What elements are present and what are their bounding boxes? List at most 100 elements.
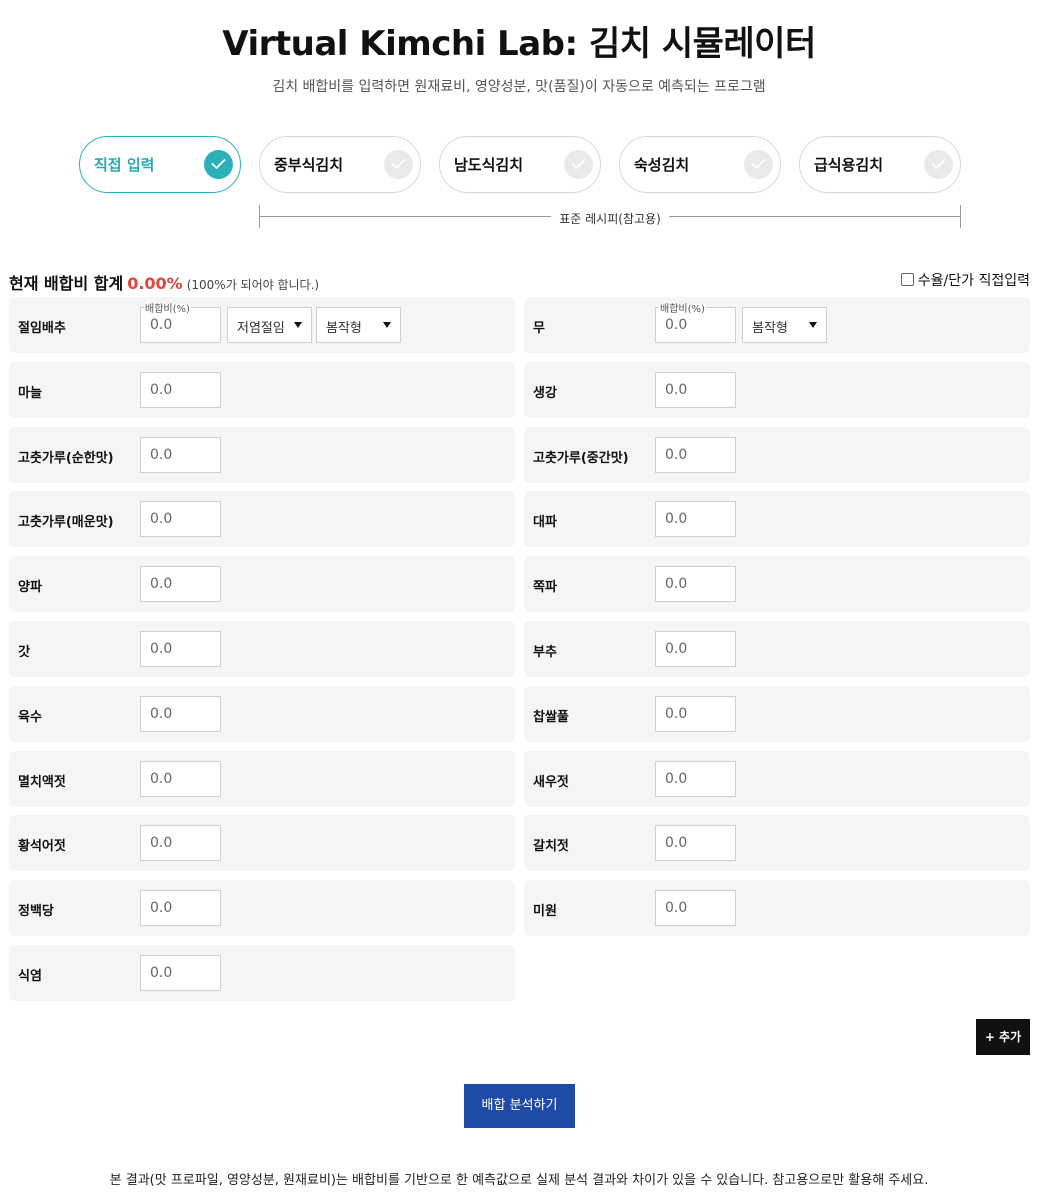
- manual-input-checkbox[interactable]: [900, 273, 914, 286]
- ingredient-row: 절임배추 배합비(%) 0.0 저염절임 봄작형: [9, 297, 515, 353]
- ingredient-ratio-input[interactable]: 0.0: [140, 372, 221, 408]
- ingredient-name: 대파: [533, 515, 557, 530]
- ingredient-ratio-value: 0.0: [150, 382, 173, 398]
- ingredient-row: 고춧가루(중간맛) 0.0: [524, 427, 1030, 483]
- caret-down-icon: [294, 322, 302, 328]
- ingredient-name: 고춧가루(순한맛): [18, 451, 114, 466]
- page-subtitle: 김치 배합비를 입력하면 원재료비, 영양성분, 맛(품질)이 자동으로 예측되…: [272, 79, 766, 95]
- ingredient-row: 고춧가루(순한맛) 0.0: [9, 427, 515, 483]
- ingredient-option-select[interactable]: 봄작형: [742, 307, 827, 343]
- ingredient-name: 새우젓: [533, 775, 569, 790]
- ingredient-ratio-value: 0.0: [150, 965, 173, 981]
- ingredient-ratio-input[interactable]: 0.0: [655, 890, 736, 926]
- ingredient-name: 생강: [533, 386, 557, 401]
- ingredient-ratio-input[interactable]: 0.0: [655, 696, 736, 732]
- analyze-button[interactable]: 배합 분석하기: [464, 1084, 575, 1128]
- ingredient-ratio-value: 0.0: [150, 447, 173, 463]
- ingredient-row: 마늘 0.0: [9, 362, 515, 418]
- ingredient-name: 부추: [533, 645, 557, 660]
- ingredient-ratio-value: 0.0: [150, 317, 173, 333]
- ingredient-ratio-input[interactable]: 배합비(%) 0.0: [140, 304, 221, 343]
- preset-tab-1[interactable]: 중부식김치: [259, 136, 421, 193]
- select-value: 저염절임: [237, 321, 285, 336]
- ingredient-row: 찹쌀풀 0.0: [524, 686, 1030, 742]
- preset-tab-0[interactable]: 직접 입력: [79, 136, 241, 193]
- ingredient-ratio-value: 0.0: [150, 576, 173, 592]
- ingredient-ratio-value: 0.0: [150, 511, 173, 527]
- ingredient-ratio-input[interactable]: 0.0: [655, 501, 736, 537]
- preset-tab-3[interactable]: 숙성김치: [619, 136, 781, 193]
- ingredient-ratio-input[interactable]: 0.0: [140, 437, 221, 473]
- add-ingredient-button[interactable]: + 추가: [976, 1019, 1030, 1055]
- ingredient-ratio-input[interactable]: 0.0: [140, 566, 221, 602]
- ratio-caption: 배합비(%): [659, 304, 706, 316]
- ingredient-ratio-input[interactable]: 0.0: [655, 372, 736, 408]
- ingredient-ratio-value: 0.0: [665, 706, 688, 722]
- ingredient-ratio-input[interactable]: 배합비(%) 0.0: [655, 304, 736, 343]
- ingredient-ratio-input[interactable]: 0.0: [140, 631, 221, 667]
- ingredient-ratio-input[interactable]: 0.0: [140, 501, 221, 537]
- ingredient-row: 식염 0.0: [9, 945, 515, 1001]
- ingredient-row: 쪽파 0.0: [524, 556, 1030, 612]
- ingredient-name: 미원: [533, 904, 557, 919]
- select-value: 봄작형: [752, 321, 788, 336]
- ingredient-name: 쪽파: [533, 580, 557, 595]
- ingredient-ratio-value: 0.0: [665, 447, 688, 463]
- preset-tab-2[interactable]: 남도식김치: [439, 136, 601, 193]
- ingredient-name: 정백당: [18, 904, 54, 919]
- ingredient-ratio-value: 0.0: [665, 771, 688, 787]
- ingredient-ratio-input[interactable]: 0.0: [655, 761, 736, 797]
- ingredient-ratio-value: 0.0: [150, 835, 173, 851]
- ingredient-name: 마늘: [18, 386, 42, 401]
- ingredient-option-select[interactable]: 봄작형: [316, 307, 401, 343]
- check-icon: [744, 150, 773, 179]
- ingredient-row: 생강 0.0: [524, 362, 1030, 418]
- ingredient-ratio-input[interactable]: 0.0: [140, 761, 221, 797]
- ingredient-ratio-value: 0.0: [665, 900, 688, 916]
- preset-tab-4[interactable]: 급식용김치: [799, 136, 961, 193]
- ingredient-name: 갈치젓: [533, 839, 569, 854]
- ingredient-row: 고춧가루(매운맛) 0.0: [9, 491, 515, 547]
- ingredient-name: 양파: [18, 580, 42, 595]
- ingredient-name: 육수: [18, 710, 42, 725]
- ingredient-ratio-input[interactable]: 0.0: [655, 631, 736, 667]
- ingredient-ratio-input[interactable]: 0.0: [140, 696, 221, 732]
- ingredient-row: 정백당 0.0: [9, 880, 515, 936]
- preset-tab-label: 남도식김치: [454, 156, 524, 174]
- ingredient-ratio-value: 0.0: [150, 706, 173, 722]
- ingredient-row: 미원 0.0: [524, 880, 1030, 936]
- ingredient-ratio-input[interactable]: 0.0: [140, 890, 221, 926]
- ingredient-ratio-value: 0.0: [665, 641, 688, 657]
- ingredient-option-select[interactable]: 저염절임: [227, 307, 312, 343]
- ingredient-row: 대파 0.0: [524, 491, 1030, 547]
- check-icon: [564, 150, 593, 179]
- ratio-summary: 현재 배합비 합계 0.00% (100%가 되어야 합니다.) 수율/단가 직접입…: [9, 270, 1030, 294]
- select-value: 봄작형: [326, 321, 362, 336]
- disclaimer-text: 본 결과(맛 프로파일, 영양성분, 원재료비)는 배합비를 기반으로 한 예측…: [109, 1173, 929, 1188]
- preset-tab-label: 급식용김치: [814, 156, 884, 174]
- ingredient-name: 고춧가루(매운맛): [18, 515, 114, 530]
- ingredient-ratio-input[interactable]: 0.0: [655, 566, 736, 602]
- check-icon: [924, 150, 953, 179]
- ingredient-ratio-value: 0.0: [665, 835, 688, 851]
- ingredient-row: 멸치액젓 0.0: [9, 751, 515, 807]
- ingredient-name: 멸치액젓: [18, 775, 66, 790]
- ingredient-row: 무 배합비(%) 0.0 봄작형: [524, 297, 1030, 353]
- ratio-sum-label: 현재 배합비 합계: [9, 274, 124, 293]
- ratio-sum-hint: (100%가 되어야 합니다.): [186, 278, 320, 292]
- ingredient-ratio-input[interactable]: 0.0: [140, 955, 221, 991]
- ratio-caption: 배합비(%): [144, 304, 191, 316]
- preset-tab-label: 직접 입력: [94, 156, 155, 174]
- ingredient-ratio-input[interactable]: 0.0: [140, 825, 221, 861]
- ingredient-row: 갈치젓 0.0: [524, 815, 1030, 871]
- ingredient-row: 육수 0.0: [9, 686, 515, 742]
- ingredient-ratio-input[interactable]: 0.0: [655, 825, 736, 861]
- manual-input-label: 수율/단가 직접입력: [917, 273, 1030, 289]
- ingredient-name: 고춧가루(중간맛): [533, 451, 629, 466]
- ingredient-ratio-input[interactable]: 0.0: [655, 437, 736, 473]
- ingredient-row: 양파 0.0: [9, 556, 515, 612]
- manual-input-toggle[interactable]: 수율/단가 직접입력: [900, 270, 1030, 290]
- ingredient-name: 무: [533, 321, 545, 336]
- reference-recipe-label: 표준 레시피(참고용): [551, 212, 669, 226]
- preset-tab-label: 숙성김치: [634, 156, 690, 174]
